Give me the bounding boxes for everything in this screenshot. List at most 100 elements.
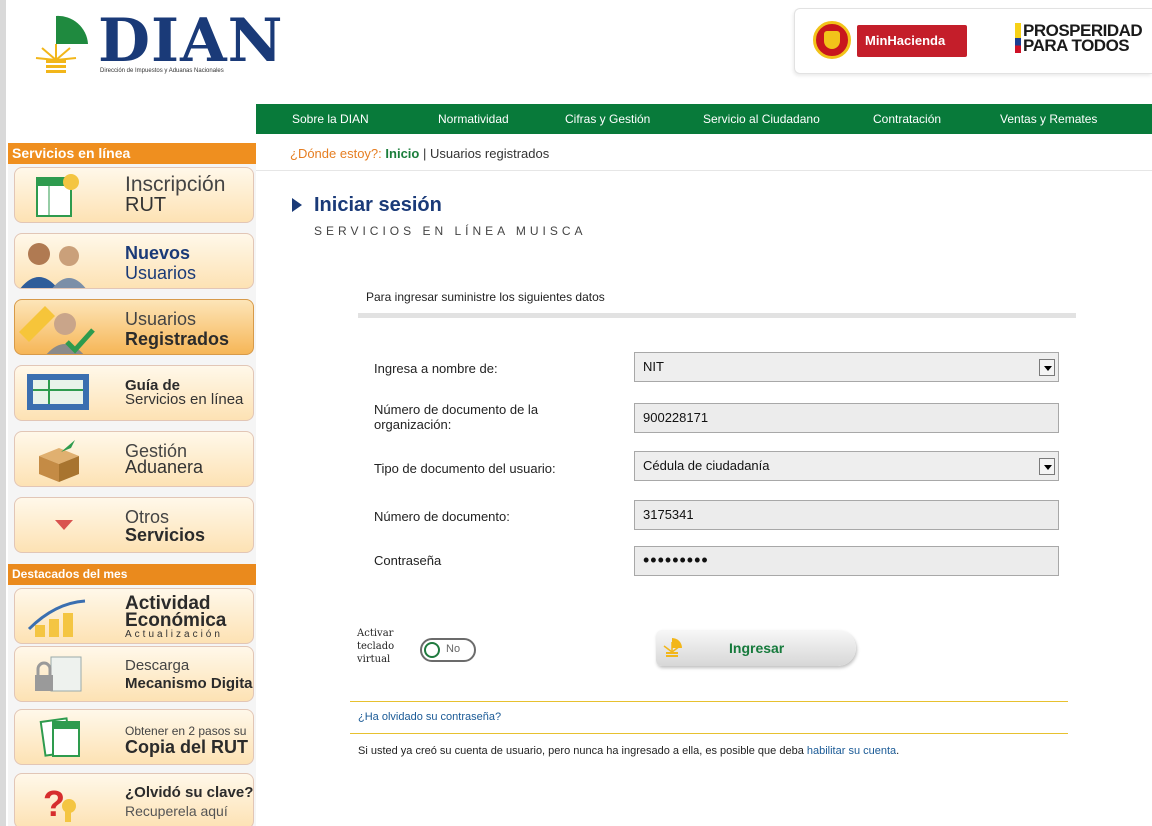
- toggle-knob: [424, 642, 440, 658]
- org-doc-label: Número de documento de la organización:: [374, 402, 539, 432]
- title-arrow-icon: [292, 198, 302, 212]
- sidebar-item-label: Servicios en línea: [125, 391, 244, 408]
- prosperidad-logo[interactable]: PROSPERIDAD PARA TODOS: [1023, 22, 1143, 55]
- dian-sun-icon: [35, 15, 88, 73]
- sidebar-item-usuarios-registrados[interactable]: Usuarios Registrados: [14, 299, 254, 355]
- colombia-seal-icon: [813, 21, 851, 59]
- chevron-down-icon: [55, 520, 73, 530]
- sidebar-item-label: Inscripción: [125, 173, 226, 196]
- sidebar-item-inscripcion-rut[interactable]: Inscripción RUT: [14, 167, 254, 223]
- sidebar-item-label: RUT: [125, 194, 167, 216]
- dian-logo[interactable]: DIAN Dirección de Impuestos y Aduanas Na…: [22, 8, 283, 78]
- page-title: Iniciar sesión: [314, 194, 442, 216]
- featured-label: Económica: [125, 610, 227, 631]
- enable-account-link[interactable]: habilitar su cuenta: [807, 745, 896, 757]
- sidebar-item-guia-servicios[interactable]: Guía de Servicios en línea: [14, 365, 254, 421]
- featured-label: Actualización: [125, 629, 223, 640]
- sidebar-header-services: Servicios en línea: [8, 143, 256, 164]
- guide-screen-icon: [27, 374, 89, 410]
- tipo-doc-label: Tipo de documento del usuario:: [374, 461, 556, 476]
- sidebar-item-label: Aduanera: [125, 457, 204, 477]
- sidebar-item-label: Usuarios: [125, 263, 197, 283]
- sidebar: Servicios en línea Inscripción RUT Nuevo…: [8, 143, 256, 826]
- account-note-text: Si usted ya creó su cuenta de usuario, p…: [358, 745, 807, 757]
- ingresa-select-value: NIT: [643, 359, 664, 374]
- virtual-keyboard-label-line: teclado: [357, 641, 395, 652]
- svg-text:?: ?: [43, 783, 65, 824]
- featured-actividad-economica[interactable]: Actividad Económica Actualización: [14, 588, 254, 644]
- ingresa-select[interactable]: NIT: [634, 352, 1059, 382]
- dian-sun-icon: [663, 638, 682, 657]
- featured-label: Copia del RUT: [125, 737, 249, 757]
- breadcrumb-divider: [256, 170, 1152, 171]
- sidebar-item-label: Servicios: [125, 525, 206, 545]
- forgot-password-link[interactable]: ¿Ha olvidado su contraseña?: [358, 711, 501, 723]
- registered-user-icon: [19, 306, 95, 354]
- sidebar-item-nuevos-usuarios[interactable]: Nuevos Usuarios: [14, 233, 254, 289]
- dian-wordmark: DIAN: [98, 6, 284, 76]
- rut-form-icon: [36, 174, 79, 217]
- account-note: Si usted ya creó su cuenta de usuario, p…: [358, 745, 899, 757]
- breadcrumb-prefix: ¿Dónde estoy?:: [290, 146, 382, 161]
- dian-subtitle: Dirección de Impuestos y Aduanas Naciona…: [100, 68, 224, 74]
- nav-servicio-ciudadano[interactable]: Servicio al Ciudadano: [703, 112, 820, 126]
- nav-ventas-remates[interactable]: Ventas y Remates: [1000, 112, 1097, 126]
- breadcrumb-separator: |: [422, 146, 427, 161]
- question-key-icon: ?: [43, 783, 76, 824]
- sidebar-item-label: Usuarios: [125, 309, 197, 329]
- sidebar-item-label: Nuevos: [125, 243, 191, 263]
- ingresar-button[interactable]: Ingresar: [656, 630, 856, 666]
- page-subtitle: SERVICIOS EN LÍNEA MUISCA: [314, 224, 587, 238]
- ingresa-label: Ingresa a nombre de:: [374, 361, 498, 376]
- virtual-keyboard-label: Activar teclado virtual: [357, 627, 394, 666]
- flag-stripe-icon: [1015, 23, 1021, 53]
- sidebar-header-featured: Destacados del mes: [8, 564, 256, 585]
- breadcrumb: ¿Dónde estoy?: Inicio | Usuarios registr…: [290, 146, 549, 161]
- featured-label: Descarga: [125, 657, 190, 674]
- virtual-keyboard-toggle[interactable]: No: [420, 638, 476, 662]
- featured-label: Mecanismo Digital: [125, 675, 254, 692]
- password-label: Contraseña: [374, 553, 442, 568]
- chevron-down-icon[interactable]: [1039, 359, 1055, 376]
- rut-copy-icon: [39, 717, 80, 757]
- minhacienda-logo[interactable]: MinHacienda: [857, 25, 967, 57]
- divider: [350, 733, 1068, 734]
- featured-copia-rut[interactable]: Obtener en 2 pasos su Copia del RUT: [14, 709, 254, 765]
- form-intro-divider: [358, 313, 1076, 318]
- nav-normatividad[interactable]: Normatividad: [438, 112, 509, 126]
- divider: [350, 701, 1068, 702]
- government-logos: MinHacienda PROSPERIDAD PARA TODOS: [794, 8, 1152, 74]
- tipo-doc-select-value: Cédula de ciudadanía: [643, 458, 770, 473]
- customs-box-icon: [39, 440, 79, 482]
- nav-cifras-gestion[interactable]: Cifras y Gestión: [565, 112, 650, 126]
- lock-icon: [35, 656, 82, 692]
- chevron-down-icon[interactable]: [1039, 458, 1055, 475]
- sidebar-item-label: Otros: [125, 507, 170, 527]
- org-doc-input[interactable]: 900228171: [634, 403, 1059, 433]
- toggle-value: No: [446, 643, 461, 655]
- sidebar-item-label: Registrados: [125, 329, 230, 349]
- virtual-keyboard-label-line: Activar: [357, 628, 394, 639]
- growth-coins-icon: [27, 599, 86, 637]
- featured-olvido-clave[interactable]: ? ¿Olvidó su clave? Recuperela aquí: [14, 773, 254, 826]
- nav-contratacion[interactable]: Contratación: [873, 112, 941, 126]
- top-navigation: Sobre la DIAN Normatividad Cifras y Gest…: [256, 104, 1152, 134]
- left-rail: [0, 0, 6, 826]
- nav-sobre-la-dian[interactable]: Sobre la DIAN: [292, 112, 369, 126]
- ingresar-button-label: Ingresar: [729, 640, 785, 656]
- prosperidad-line2: PARA TODOS: [1023, 36, 1130, 55]
- password-input[interactable]: •••••••••: [634, 546, 1059, 576]
- breadcrumb-home-link[interactable]: Inicio: [385, 146, 419, 161]
- virtual-keyboard-label-line: virtual: [357, 654, 391, 665]
- sidebar-item-otros-servicios[interactable]: Otros Servicios: [14, 497, 254, 553]
- sidebar-item-gestion-aduanera[interactable]: Gestión Aduanera: [14, 431, 254, 487]
- featured-label: Recuperela aquí: [125, 803, 228, 819]
- num-doc-label: Número de documento:: [374, 509, 510, 524]
- form-intro: Para ingresar suministre los siguientes …: [366, 290, 605, 304]
- breadcrumb-current: Usuarios registrados: [430, 146, 550, 161]
- tipo-doc-select[interactable]: Cédula de ciudadanía: [634, 451, 1059, 481]
- account-note-end: .: [896, 745, 900, 757]
- new-users-icon: [20, 243, 86, 288]
- featured-descarga-mecanismo[interactable]: Descarga Mecanismo Digital: [14, 646, 254, 702]
- num-doc-input[interactable]: 3175341: [634, 500, 1059, 530]
